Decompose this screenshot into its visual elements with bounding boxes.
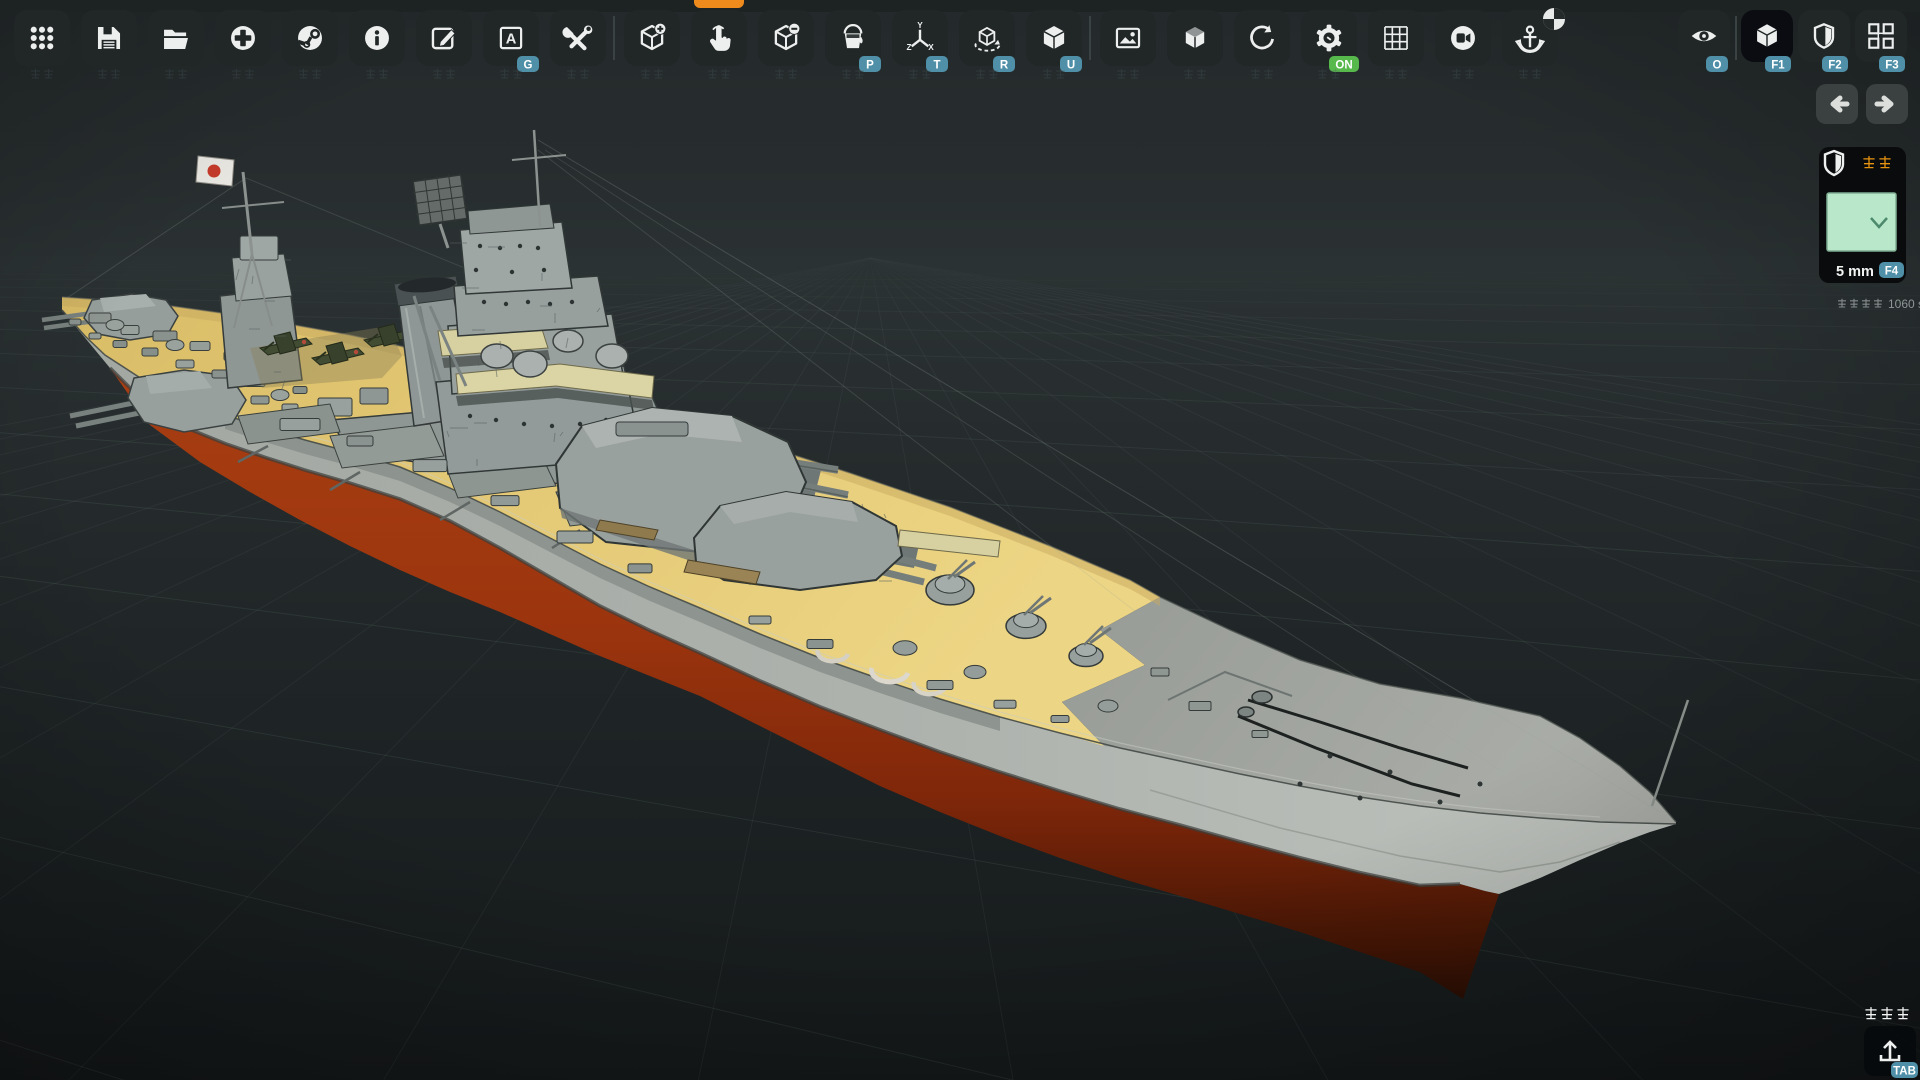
svg-text:F3: F3 xyxy=(1885,60,1898,72)
svg-text:ON: ON xyxy=(1335,60,1352,72)
svg-text:5 mm: 5 mm xyxy=(1836,264,1874,280)
svg-text:TAB: TAB xyxy=(1893,1066,1916,1078)
svg-text:Y: Y xyxy=(917,21,923,30)
svg-text:A: A xyxy=(506,32,517,48)
svg-text:P: P xyxy=(866,60,874,72)
svg-text:R: R xyxy=(1000,60,1009,72)
svg-text:Z: Z xyxy=(906,43,911,52)
svg-text:G: G xyxy=(524,60,533,72)
svg-text:F4: F4 xyxy=(1885,266,1899,278)
svg-text:X: X xyxy=(928,43,934,52)
svg-text:O: O xyxy=(1713,60,1722,72)
svg-text:U: U xyxy=(1067,60,1075,72)
svg-text:F1: F1 xyxy=(1771,60,1785,72)
svg-text:F2: F2 xyxy=(1828,60,1841,72)
svg-text:T: T xyxy=(933,60,940,72)
svg-text:1060 s: 1060 s xyxy=(1888,297,1920,311)
